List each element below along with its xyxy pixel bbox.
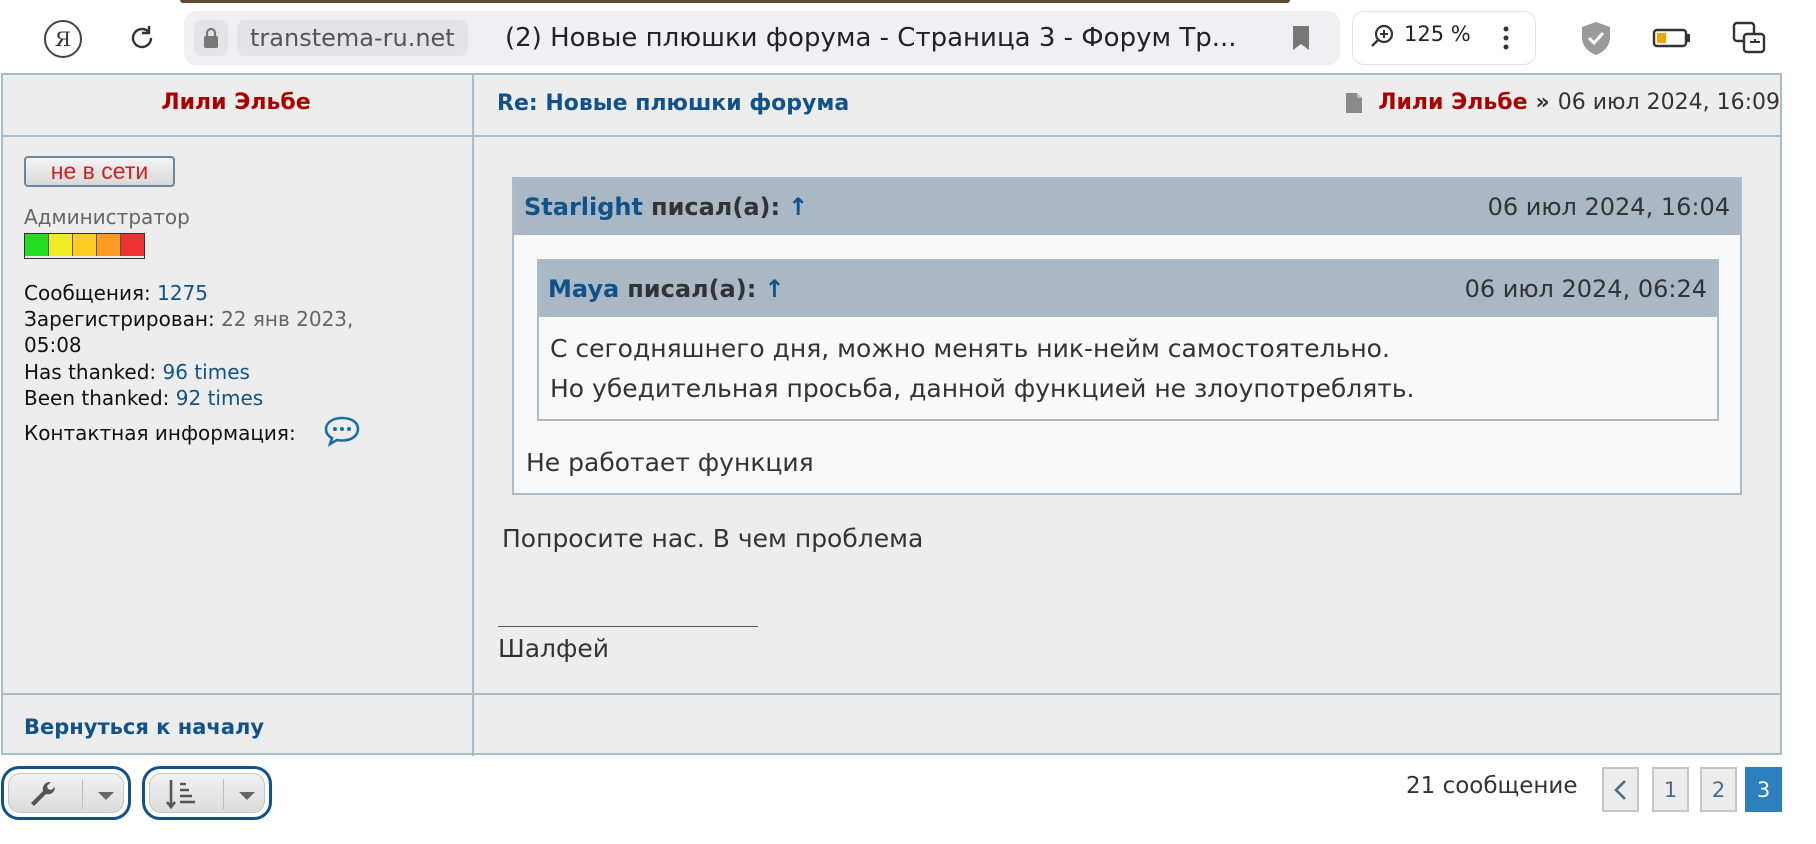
translate-icon[interactable] [1730,18,1770,58]
has-thanked-label: Has thanked: [24,360,157,384]
rank-segment [25,234,49,256]
inner-quote-header: Maya писал(а): ↑ 06 июл 2024, 06:24 [539,261,1717,317]
profile-registered: Зарегистрирован: 22 янв 2023, [24,307,353,331]
inner-quote-jump-icon[interactable]: ↑ [764,275,784,303]
signature: Шалфей [498,634,610,663]
page-button-1[interactable]: 1 [1652,767,1689,812]
outer-quote-date: 06 июл 2024, 16:04 [1487,193,1730,221]
rank-segment [121,234,144,256]
zoom-level[interactable]: 125 % [1404,22,1471,46]
registered-date: 22 янв 2023, [221,307,354,331]
sort-icon [165,780,195,810]
registered-label: Зарегистрирован: [24,307,215,331]
moderator-tools-button[interactable] [1,766,131,820]
zoom-in-icon[interactable] [1368,22,1398,52]
more-menu-icon[interactable] [1496,22,1516,54]
wrench-icon [31,781,56,806]
post-date: 06 июл 2024, 16:09 [1557,90,1780,115]
header-divider [1,135,1782,137]
has-thanked-value[interactable]: 96 times [163,360,250,384]
rank-segment [49,234,73,256]
messages-count[interactable]: 1275 [157,281,208,305]
rank-segment [73,234,97,256]
profile-messages: Сообщения: 1275 [24,281,208,305]
chevron-left-icon [1613,779,1626,800]
outer-quote-author[interactable]: Starlight [524,193,643,221]
post-meta-separator: » [1535,90,1550,115]
inner-quote-line-1: С сегодняшнего дня, можно менять ник-ней… [550,334,1390,363]
column-divider [472,73,474,756]
outer-quote-wrote: писал(а): [650,193,781,221]
reload-icon[interactable] [122,18,162,58]
inner-quote-wrote: писал(а): [627,275,757,303]
author-name[interactable]: Лили Эльбе [0,90,472,115]
chevron-down-icon [98,792,114,800]
page-button-2[interactable]: 2 [1700,767,1737,812]
tab-indicator [180,0,1290,3]
outer-quote-text: Не работает функция [526,448,814,477]
previous-page-button[interactable] [1602,767,1639,812]
post-meta-author[interactable]: Лили Эльбе [1378,90,1527,115]
chevron-down-icon [239,792,255,800]
post-meta: Лили Эльбе » 06 июл 2024, 16:09 [1345,90,1780,115]
rank-bar [24,233,145,259]
page-button-3-current[interactable]: 3 [1745,767,1782,812]
user-rank: Администратор [24,205,190,229]
yandex-icon[interactable]: Я [44,20,82,58]
contact-label: Контактная информация: [24,421,296,445]
page-title: (2) Новые плюшки форума - Страница 3 - Ф… [505,23,1237,53]
back-to-top-link[interactable]: Вернуться к началу [24,715,264,739]
messages-label: Сообщения: [24,281,151,305]
online-status-badge: не в сети [24,156,175,187]
post-count: 21 сообщение [1406,773,1578,799]
url-domain[interactable]: transtema-ru.net [237,20,468,56]
lock-icon[interactable] [194,20,228,56]
post-icon[interactable] [1345,92,1363,114]
inner-quote-author[interactable]: Maya [548,275,619,303]
bookmark-icon[interactable] [1290,24,1312,52]
footer-divider [1,693,1782,695]
outer-quote-header: Starlight писал(а): ↑ 06 июл 2024, 16:04 [514,179,1740,235]
been-thanked-value[interactable]: 92 times [176,386,263,410]
inner-quote-date: 06 июл 2024, 06:24 [1464,275,1707,303]
rank-segment [97,234,121,256]
profile-been-thanked: Been thanked: 92 times [24,386,263,410]
inner-quote-line-2: Но убедительная просьба, данной функцией… [550,374,1415,403]
button-divider [223,779,224,809]
been-thanked-label: Been thanked: [24,386,170,410]
protect-shield-icon[interactable] [1576,18,1616,58]
profile-has-thanked: Has thanked: 96 times [24,360,250,384]
registered-time: 05:08 [24,333,82,357]
battery-icon[interactable] [1652,18,1692,58]
sort-options-button[interactable] [142,766,272,820]
signature-divider [498,626,758,627]
button-divider [82,779,83,809]
post-body: Попросите нас. В чем проблема [502,524,924,553]
outer-quote-jump-icon[interactable]: ↑ [788,193,808,221]
chat-bubble-icon[interactable] [322,414,362,448]
post-title[interactable]: Re: Новые плюшки форума [497,91,849,116]
